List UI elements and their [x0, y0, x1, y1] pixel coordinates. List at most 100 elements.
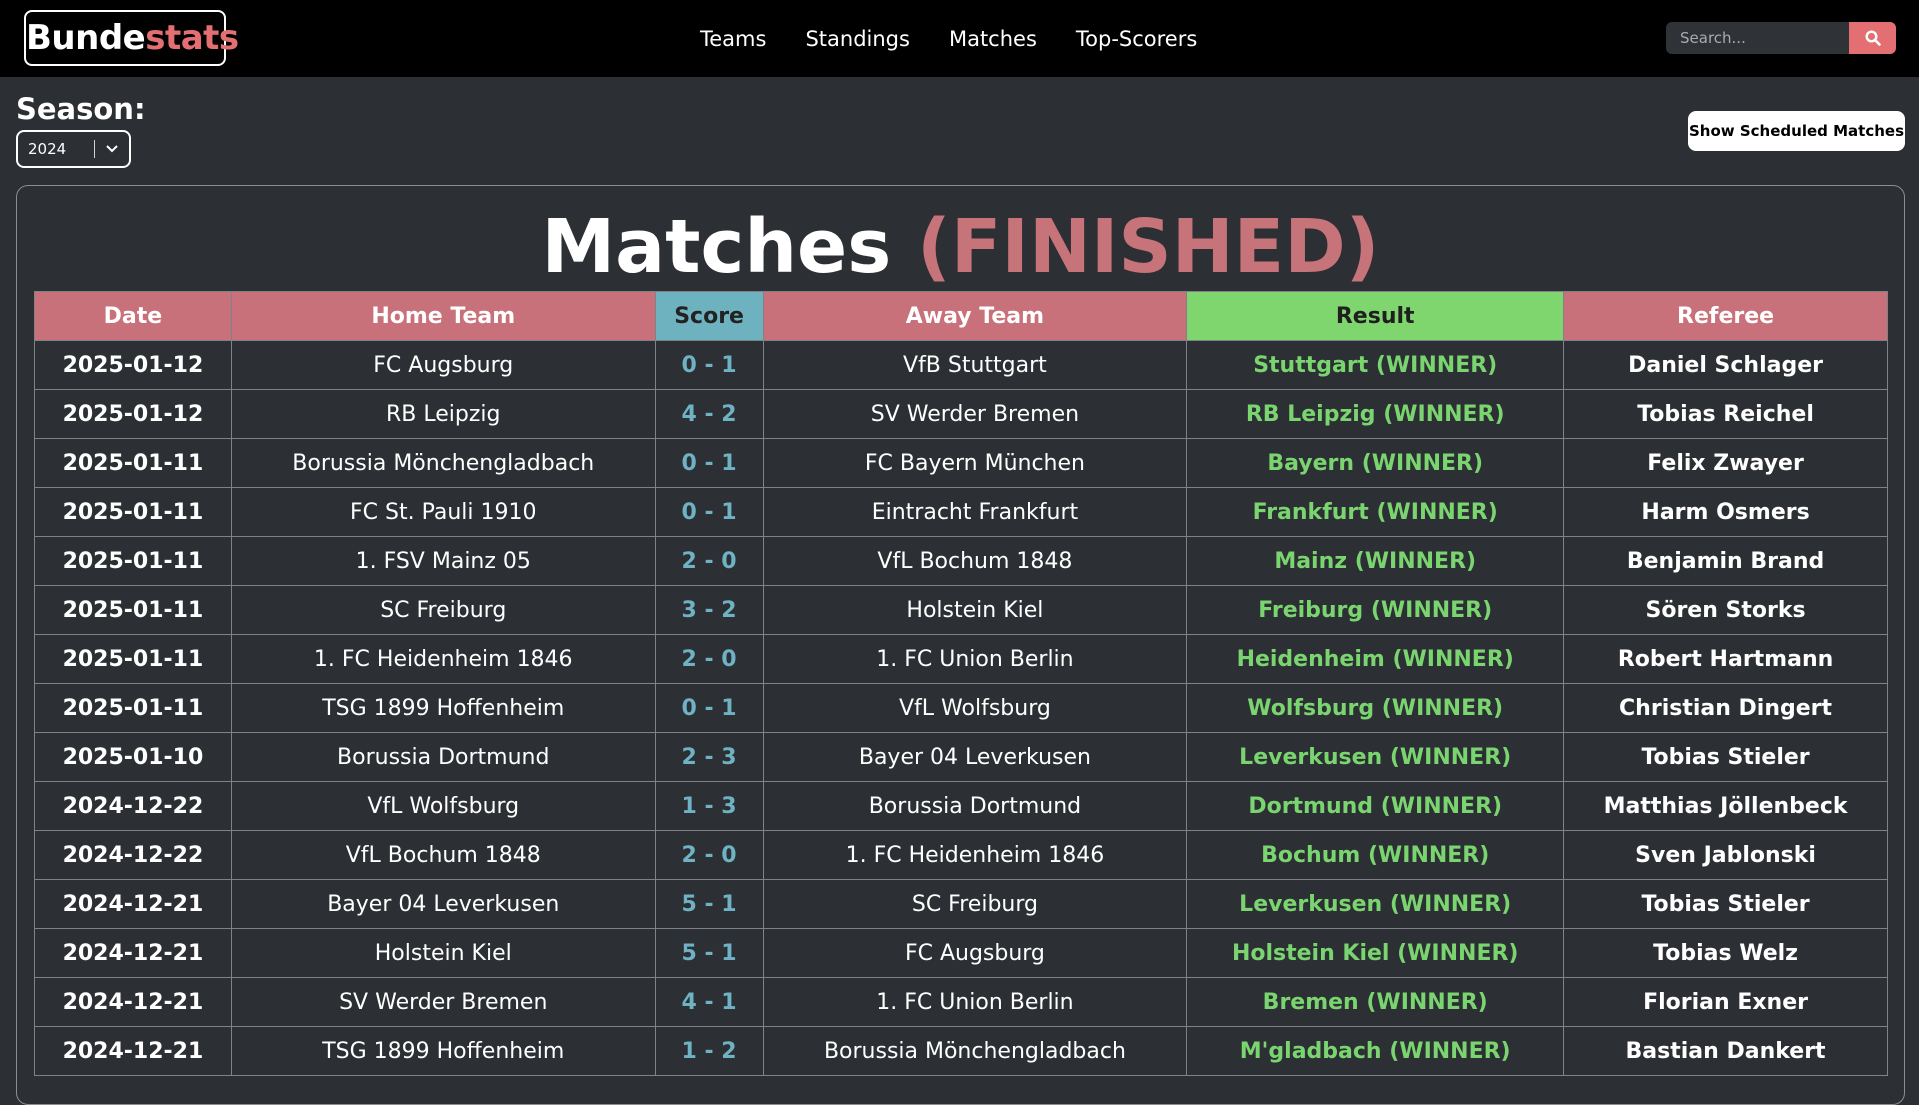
away-team-cell: VfL Bochum 1848 — [762, 536, 1188, 586]
page-title-main: Matches — [541, 204, 892, 290]
season-label: Season: — [16, 92, 146, 126]
referee-cell: Bastian Dankert — [1563, 1026, 1888, 1076]
brand-part-1: Bunde — [26, 18, 146, 58]
home-team-cell: Holstein Kiel — [230, 928, 656, 978]
home-team-cell: FC Augsburg — [230, 340, 656, 390]
result-cell: Wolfsburg (WINNER) — [1186, 683, 1565, 733]
date-cell: 2025-01-11 — [34, 438, 232, 488]
table-row: 2025-01-12 FC Augsburg 0 - 1 VfB Stuttgart S… — [34, 340, 1888, 390]
header-away-team: Away Team — [762, 291, 1188, 341]
search-button[interactable] — [1849, 22, 1896, 54]
score-cell: 0 - 1 — [654, 438, 764, 488]
referee-cell: Benjamin Brand — [1563, 536, 1888, 586]
away-team-cell: SV Werder Bremen — [762, 389, 1188, 439]
table-row: 2024-12-22 VfL Wolfsburg 1 - 3 Borussia Dor… — [34, 781, 1888, 831]
referee-cell: Robert Hartmann — [1563, 634, 1888, 684]
date-cell: 2024-12-21 — [34, 1026, 232, 1076]
date-cell: 2024-12-21 — [34, 879, 232, 929]
date-cell: 2025-01-11 — [34, 585, 232, 635]
result-cell: Bayern (WINNER) — [1186, 438, 1565, 488]
table-row: 2025-01-11 SC Freiburg 3 - 2 Holstein Kiel F… — [34, 585, 1888, 635]
brand-logo[interactable]: Bundestats — [24, 10, 239, 66]
season-value: 2024 — [28, 140, 67, 158]
search-input[interactable] — [1666, 22, 1849, 54]
nav-link-top-scorers[interactable]: Top-Scorers — [1076, 27, 1197, 51]
result-cell: Bremen (WINNER) — [1186, 977, 1565, 1027]
score-cell: 2 - 0 — [654, 536, 764, 586]
navbar: Bundestats Teams Standings Matches Top-S… — [0, 0, 1919, 77]
score-cell: 2 - 0 — [654, 634, 764, 684]
matches-table: Date Home Team Score Away Team Result Re… — [34, 291, 1888, 1076]
home-team-cell: VfL Bochum 1848 — [230, 830, 656, 880]
score-cell: 4 - 1 — [654, 977, 764, 1027]
table-row: 2024-12-21 SV Werder Bremen 4 - 1 1. FC Uni… — [34, 977, 1888, 1027]
score-cell: 0 - 1 — [654, 487, 764, 537]
referee-cell: Tobias Welz — [1563, 928, 1888, 978]
date-cell: 2025-01-11 — [34, 536, 232, 586]
table-row: 2025-01-11 1. FC Heidenheim 1846 2 - 0 1. F… — [34, 634, 1888, 684]
table-row: 2024-12-21 TSG 1899 Hoffenheim 1 - 2 Boruss… — [34, 1026, 1888, 1076]
result-cell: Dortmund (WINNER) — [1186, 781, 1565, 831]
header-home-team: Home Team — [230, 291, 656, 341]
score-cell: 0 - 1 — [654, 340, 764, 390]
home-team-cell: RB Leipzig — [230, 389, 656, 439]
score-cell: 5 - 1 — [654, 928, 764, 978]
home-team-cell: 1. FC Heidenheim 1846 — [230, 634, 656, 684]
chevron-down-icon — [106, 145, 118, 153]
referee-cell: Harm Osmers — [1563, 487, 1888, 537]
result-cell: Leverkusen (WINNER) — [1186, 732, 1565, 782]
away-team-cell: 1. FC Union Berlin — [762, 977, 1188, 1027]
page-title-status: (FINISHED) — [917, 204, 1380, 290]
result-cell: RB Leipzig (WINNER) — [1186, 389, 1565, 439]
nav-link-teams[interactable]: Teams — [700, 27, 766, 51]
home-team-cell: TSG 1899 Hoffenheim — [230, 1026, 656, 1076]
away-team-cell: 1. FC Union Berlin — [762, 634, 1188, 684]
matches-panel: Matches (FINISHED) Date Home Team Score … — [16, 185, 1905, 1105]
home-team-cell: SC Freiburg — [230, 585, 656, 635]
result-cell: Freiburg (WINNER) — [1186, 585, 1565, 635]
nav-link-standings[interactable]: Standings — [805, 27, 910, 51]
home-team-cell: Bayer 04 Leverkusen — [230, 879, 656, 929]
away-team-cell: Borussia Dortmund — [762, 781, 1188, 831]
referee-cell: Tobias Stieler — [1563, 732, 1888, 782]
date-cell: 2025-01-11 — [34, 683, 232, 733]
table-row: 2024-12-21 Holstein Kiel 5 - 1 FC Augsburg H… — [34, 928, 1888, 978]
season-select[interactable]: 2024 — [16, 130, 131, 168]
home-team-cell: 1. FSV Mainz 05 — [230, 536, 656, 586]
home-team-cell: Borussia Dortmund — [230, 732, 656, 782]
score-cell: 2 - 3 — [654, 732, 764, 782]
referee-cell: Florian Exner — [1563, 977, 1888, 1027]
show-scheduled-matches-button[interactable]: Show Scheduled Matches — [1688, 111, 1905, 151]
date-cell: 2025-01-11 — [34, 634, 232, 684]
date-cell: 2025-01-12 — [34, 389, 232, 439]
table-row: 2025-01-11 1. FSV Mainz 05 2 - 0 VfL Bochum… — [34, 536, 1888, 586]
header-score: Score — [654, 291, 764, 341]
result-cell: Frankfurt (WINNER) — [1186, 487, 1565, 537]
score-cell: 3 - 2 — [654, 585, 764, 635]
referee-cell: Matthias Jöllenbeck — [1563, 781, 1888, 831]
table-row: 2025-01-12 RB Leipzig 4 - 2 SV Werder Breme… — [34, 389, 1888, 439]
header-result: Result — [1186, 291, 1565, 341]
result-cell: Bochum (WINNER) — [1186, 830, 1565, 880]
referee-cell: Daniel Schlager — [1563, 340, 1888, 390]
away-team-cell: Holstein Kiel — [762, 585, 1188, 635]
away-team-cell: FC Augsburg — [762, 928, 1188, 978]
away-team-cell: SC Freiburg — [762, 879, 1188, 929]
score-cell: 4 - 2 — [654, 389, 764, 439]
home-team-cell: Borussia Mönchengladbach — [230, 438, 656, 488]
referee-cell: Sven Jablonski — [1563, 830, 1888, 880]
away-team-cell: Eintracht Frankfurt — [762, 487, 1188, 537]
result-cell: M'gladbach (WINNER) — [1186, 1026, 1565, 1076]
date-cell: 2024-12-21 — [34, 928, 232, 978]
nav-link-matches[interactable]: Matches — [949, 27, 1037, 51]
date-cell: 2025-01-11 — [34, 487, 232, 537]
away-team-cell: VfB Stuttgart — [762, 340, 1188, 390]
score-cell: 1 - 2 — [654, 1026, 764, 1076]
away-team-cell: FC Bayern München — [762, 438, 1188, 488]
season-dropdown-toggle[interactable] — [95, 144, 129, 154]
search-icon — [1864, 30, 1881, 46]
away-team-cell: 1. FC Heidenheim 1846 — [762, 830, 1188, 880]
home-team-cell: SV Werder Bremen — [230, 977, 656, 1027]
away-team-cell: Borussia Mönchengladbach — [762, 1026, 1188, 1076]
page-title: Matches (FINISHED) — [17, 199, 1904, 295]
